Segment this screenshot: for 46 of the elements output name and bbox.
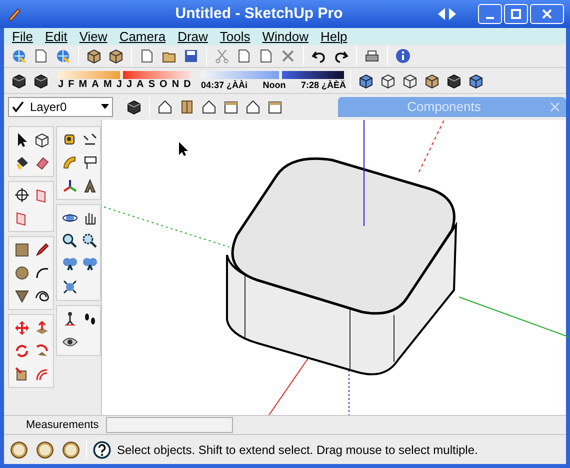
month-label: A — [136, 78, 144, 90]
window-title: Untitled - SketchUp Pro — [175, 4, 343, 24]
month-label: M — [78, 78, 88, 90]
month-label: N — [172, 78, 180, 90]
month-label: J — [116, 78, 122, 90]
month-label: A — [92, 78, 99, 90]
measurements-label: Measurements — [26, 418, 100, 433]
coin-icon[interactable] — [8, 438, 30, 460]
month-label: F — [68, 78, 74, 90]
month-label: J — [58, 78, 64, 90]
month-label: M — [103, 78, 112, 90]
measurements-field[interactable] — [106, 417, 233, 433]
menu-item[interactable]: Window — [256, 26, 315, 46]
cursor-arrow-icon — [179, 142, 189, 157]
time-label: Noon — [262, 78, 286, 90]
menu-item[interactable]: Edit — [38, 26, 74, 46]
help-icon[interactable] — [91, 438, 113, 460]
month-label: D — [184, 78, 191, 90]
layer-dropdown[interactable]: Layer0 — [8, 97, 113, 117]
status-message: Select objects. Shift to extend select. Drag mouse to select multiple. — [117, 442, 478, 458]
menu-item[interactable]: Draw — [172, 26, 214, 46]
time-gradient-strip — [282, 70, 344, 78]
coin-icon[interactable] — [60, 438, 82, 460]
month-label: S — [148, 78, 155, 90]
minimize-icon — [486, 16, 494, 18]
minimize-button[interactable] — [478, 4, 502, 24]
menu-item[interactable]: Camera — [113, 26, 172, 46]
caret-icon — [101, 104, 109, 110]
close-icon — [542, 9, 552, 19]
time-label: 7:28 ¿ÀÈÄ — [300, 78, 346, 90]
month-gradient-strip — [58, 70, 120, 78]
maximize-icon — [511, 9, 521, 19]
maximize-button[interactable] — [504, 4, 528, 24]
time-label: 04:37 ¿ÀÀi — [201, 78, 248, 90]
menu-item[interactable]: Help — [314, 26, 354, 46]
menu-item[interactable]: View — [73, 26, 114, 46]
month-label: O — [160, 78, 168, 90]
month-label: J — [126, 78, 132, 90]
panel-title: Components — [406, 98, 482, 116]
left-right-arrows-icon[interactable] — [436, 6, 458, 22]
menu-item[interactable]: Tools — [214, 26, 256, 46]
app-icon — [6, 6, 22, 22]
coin-icon[interactable] — [34, 438, 56, 460]
close-button[interactable] — [530, 4, 564, 24]
month-gradient-strip — [123, 70, 191, 78]
menu-item[interactable]: File — [6, 26, 39, 46]
